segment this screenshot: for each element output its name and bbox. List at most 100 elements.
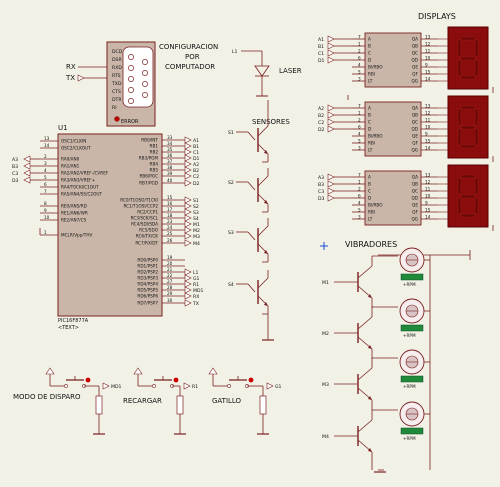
net-arrow [184, 299, 192, 307]
decoder-pin-name: QF [412, 141, 418, 146]
net-arrow [184, 172, 192, 180]
decoder-pin-name: QF [412, 72, 418, 77]
pic-microcontroller[interactable]: U1 PIC16F877A <TEXT> 13 OSC1/CLKIN14 OSC2/… [40, 124, 204, 331]
pic-pin-number: 37 [167, 159, 173, 164]
config-label-2: POR [185, 53, 200, 61]
net-label: L1 [193, 270, 199, 276]
sensor-net-label: S3 [228, 230, 234, 236]
pic-pin-name: RA5/AN4/SS/C2OUT [61, 192, 102, 197]
net-arrow [184, 136, 192, 144]
net-arrow [102, 382, 110, 390]
push-buttons: MD1 R1 G1 [45, 367, 282, 435]
decoder-pin-name: QE [412, 134, 418, 139]
decoder-pin-name: QA [412, 106, 418, 111]
config-label-1: CONFIGURACION [159, 43, 218, 51]
vcc-arrow-icon [133, 367, 143, 375]
net-arrow [23, 169, 31, 177]
pic-pin-number: 1 [44, 230, 47, 235]
serial-connector[interactable]: ERROR DCD DSR RXD RTS TXD CTS DTR RI [106, 41, 156, 127]
segment [457, 177, 462, 195]
segment [460, 125, 476, 130]
db9-pin [128, 98, 134, 104]
net-label: TX [192, 301, 199, 307]
vibrator-net-label: M3 [322, 382, 329, 388]
vibrator-net-label: M4 [322, 434, 329, 440]
pic-pin-name: RE0/AN5/RD [61, 204, 87, 209]
net-arrow [184, 148, 192, 156]
segment [460, 144, 476, 149]
decoder-pin-name: QD [411, 127, 418, 132]
net-arrow [184, 196, 192, 204]
net-arrow [23, 176, 31, 184]
pic-pin-number: 30 [167, 298, 173, 303]
pic-pin-name: RB4 [150, 162, 159, 167]
segment [460, 56, 476, 61]
pic-pin-number: 36 [167, 153, 173, 158]
pic-pin-number: 22 [167, 273, 173, 278]
vibrator-net-label: M1 [322, 280, 329, 286]
db9-pin [142, 81, 148, 87]
net-arrow [327, 104, 335, 112]
wire [247, 131, 256, 141]
rpm-indicator [400, 375, 424, 383]
decoder-pin-name: C [368, 189, 371, 194]
pic-pin-name: RB1 [150, 144, 159, 149]
pic-pin-number: 14 [44, 143, 50, 148]
net-label: B2 [193, 168, 199, 174]
decoder-pin-name: LT [368, 79, 373, 84]
pic-pin-number: 34 [167, 141, 173, 146]
segment [474, 128, 479, 146]
button-contact [227, 384, 231, 388]
pic-pin-name: RD7/PSP7 [137, 301, 158, 306]
db9-pin [142, 92, 148, 98]
decoder-pin-name: QG [411, 217, 418, 222]
schematic-svg: ERROR DCD DSR RXD RTS TXD CTS DTR RI RX … [12, 12, 494, 473]
laser-diode[interactable]: L1 LASER [232, 49, 302, 97]
vibrator-net-label: M2 [322, 331, 329, 337]
net-arrow [266, 382, 274, 390]
vibradores-label: VIBRADORES [345, 240, 397, 249]
segment [460, 36, 476, 41]
pic-pin-number: 40 [167, 178, 173, 183]
decoder-pin-name: RBI [368, 141, 375, 146]
decoder-pin-name: QD [411, 58, 418, 63]
decoder-pin-name: QG [411, 148, 418, 153]
decoder-pin-name: C [368, 120, 371, 125]
decoder-pin-name: B [368, 182, 371, 187]
net-label: B2 [318, 113, 324, 119]
serial-pin-dsr: DSR [112, 57, 122, 63]
pic-pin-name: RC4/SDI/SDA [131, 222, 158, 227]
net-label: A3 [318, 175, 324, 181]
wire [357, 316, 373, 330]
pic-pin-name: RA1/AN1 [61, 164, 80, 169]
net-arrow [23, 162, 31, 170]
decoder-pin-name: QB [412, 182, 418, 187]
pic-pin-number: 33 [167, 135, 173, 140]
rpm-indicator [400, 427, 424, 435]
net-label: B3 [12, 164, 18, 170]
pic-pin-number: 6 [44, 182, 47, 187]
button-contact [152, 384, 156, 388]
decoder-pin-name: D [368, 58, 371, 63]
segment [457, 59, 462, 77]
net-arrow [327, 125, 335, 133]
pic-pin-name: RD2/PSP2 [137, 270, 158, 275]
net-label: D2 [318, 127, 325, 133]
pic-pin-name: RC3/SCK/SCL [131, 216, 159, 221]
decoder-pin-name: QF [412, 210, 418, 215]
net-arrow [327, 180, 335, 188]
pic-pin-number: 27 [167, 279, 173, 284]
pic-pin-number: 7 [44, 189, 47, 194]
button-led-icon [173, 377, 179, 383]
net-arrow [184, 232, 192, 240]
net-label: C2 [193, 174, 199, 180]
decoder-pin-name: C [368, 51, 371, 56]
pic-pin-name: RB2 [150, 150, 159, 155]
net-arrow [327, 49, 335, 57]
pic-pin-number: 13 [44, 136, 50, 141]
decoder-pin-name: QA [412, 175, 418, 180]
pic-pin-number: 26 [167, 238, 173, 243]
pulldown-resistor [176, 395, 184, 415]
display-drivers: A7B1C2D6BI/RBO4RBI5LT3QA 13QB 12QC 11QD 10QE… [318, 26, 494, 231]
net-arrow [184, 160, 192, 168]
